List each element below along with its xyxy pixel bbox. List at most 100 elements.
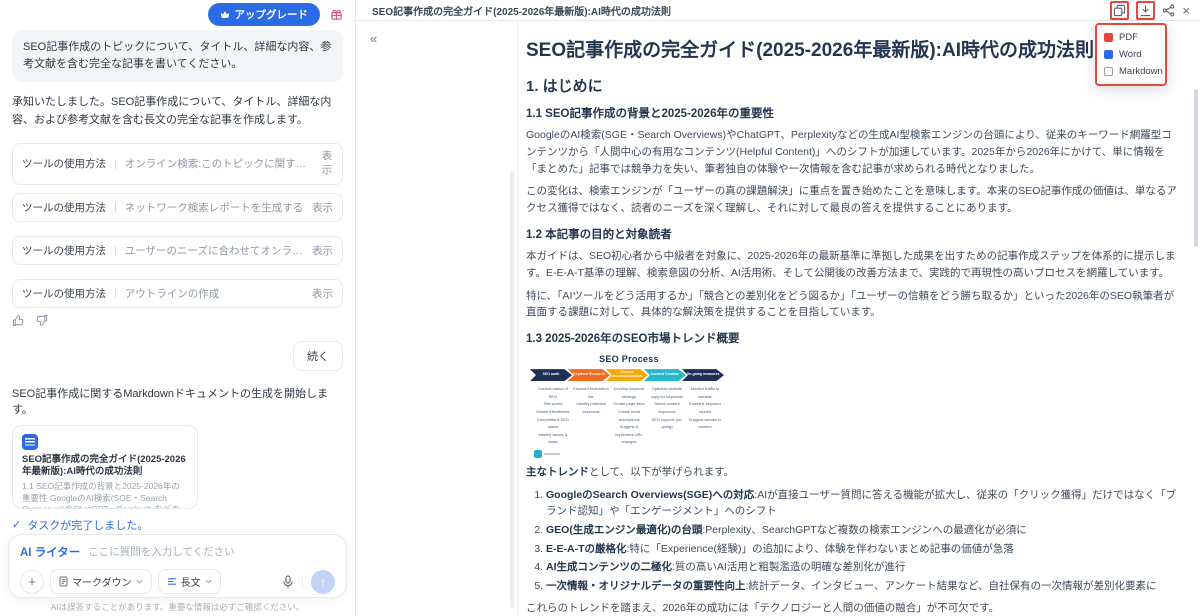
toc-item[interactable] (370, 104, 504, 113)
collapse-sidebar-icon[interactable]: « (370, 31, 377, 46)
markdown-chip-label: マークダウン (72, 574, 132, 589)
toc-item[interactable] (370, 297, 504, 306)
toc-item[interactable] (370, 131, 504, 140)
composer-right-actions: ↑ (282, 570, 335, 594)
trend-list-item: AI生成コンテンツの二極化:質の高いAI活用と粗製濫造の明確な差別化が進行 (546, 559, 1178, 575)
trend-list-item: GoogleのSearch Overviews(SGE)への対応:AIが直接ユー… (546, 487, 1178, 520)
trend-item-strong: E-E-A-Tの厳格化 (546, 543, 627, 555)
tool-usage-row: ツールの使用方法 | ネットワーク検索レポートを生成する 表示 (12, 193, 343, 222)
seo-process-step: SEO audit Current status of SEO Site spe… (534, 369, 572, 446)
microphone-icon[interactable] (282, 575, 294, 589)
chevron-step-label: On-going measures (682, 369, 724, 381)
toc-item[interactable] (370, 166, 504, 175)
tool-row-separator: | (114, 201, 117, 213)
toc-item[interactable] (370, 192, 504, 201)
toc-scrollbar[interactable] (510, 171, 514, 608)
section-1-1-heading: 1.1 SEO記事作成の背景と2025-2026年の重要性 (526, 105, 1178, 121)
toc-item[interactable] (370, 113, 504, 122)
toc-panel: « (356, 21, 518, 616)
show-button[interactable]: 表示 (312, 243, 333, 258)
ai-writer-label: AI ライター (20, 544, 80, 560)
toc-item[interactable] (370, 201, 504, 210)
continue-button[interactable]: 続く (293, 341, 343, 371)
paragraph: GoogleのAI検索(SGE・Search Overviews)やChatGP… (526, 127, 1178, 177)
seo-process-steps: SEO audit Current status of SEO Site spe… (534, 369, 724, 446)
close-icon[interactable]: × (1182, 4, 1190, 17)
composer-toolbar: + マークダウン 長文 ↑ (20, 569, 335, 594)
viewer-actions: × (1110, 1, 1190, 20)
thumbs-down-icon[interactable] (35, 314, 48, 327)
tool-usage-row: ツールの使用方法 | アウトラインの作成 表示 (12, 279, 343, 308)
article-scrollbar[interactable] (1194, 89, 1198, 247)
toc-item[interactable] (370, 210, 504, 219)
toc-item[interactable] (370, 315, 504, 324)
toc-item[interactable] (370, 236, 504, 245)
toc-item[interactable] (370, 69, 504, 78)
continue-row: 続く (12, 341, 343, 371)
export-menu-item[interactable]: Markdown (1104, 63, 1158, 80)
trend-item-strong: 一次情報・オリジナルデータの重要性向上 (546, 580, 746, 592)
toc-item[interactable] (370, 122, 504, 131)
toc-item[interactable] (370, 87, 504, 96)
length-chip-label: 長文 (181, 574, 201, 589)
thumbs-up-icon[interactable] (12, 314, 25, 327)
toc-item[interactable] (370, 359, 504, 368)
toc-item[interactable] (370, 60, 504, 69)
toc-item[interactable] (370, 368, 504, 377)
toc-item[interactable] (370, 341, 504, 350)
seo-process-title: SEO Process (534, 354, 724, 364)
toc-item[interactable] (370, 306, 504, 315)
markdown-mode-chip[interactable]: マークダウン (50, 569, 152, 594)
step-detail-lines: Monitor traffic to website Examine keywo… (686, 385, 724, 431)
attach-button[interactable]: + (20, 570, 44, 594)
tool-row-prefix: ツールの使用方法 (22, 156, 106, 171)
section-1-3-heading: 1.3 2025-2026年のSEO市場トレンド概要 (526, 330, 1178, 346)
copy-icon[interactable] (1113, 4, 1126, 17)
paragraph: これらのトレンドを踏まえ、2026年の成功には「テクノロジーと人間の価値の融合」… (526, 600, 1178, 616)
trend-item-strong: AI生成コンテンツの二極化 (546, 561, 672, 573)
trend-lead-strong: 主なトレンド (526, 466, 589, 478)
gift-icon[interactable] (330, 8, 343, 21)
share-icon[interactable] (1162, 4, 1175, 17)
toc-item[interactable] (370, 324, 504, 333)
toc-item[interactable] (370, 148, 504, 157)
paragraph: 本ガイドは、SEO初心者から中級者を対象に、2025-2026年の最新基準に準拠… (526, 248, 1178, 282)
tool-row-separator: | (114, 244, 117, 256)
message-input[interactable] (88, 546, 335, 558)
toc-item[interactable] (370, 350, 504, 359)
export-menu-item[interactable]: PDF (1104, 29, 1158, 46)
toc-item[interactable] (370, 227, 504, 236)
crown-icon (220, 10, 230, 19)
seo-process-step: On-going measures Monitor traffic to web… (686, 369, 724, 446)
tool-row-description: ユーザーのニーズに合わせてオンラインで画像を検索する (125, 243, 304, 258)
tool-row-description: ネットワーク検索レポートを生成する (125, 200, 304, 215)
tool-usage-list: ツールの使用方法 | オンライン検索:このトピックに関する基本情報、最新の要件、… (12, 143, 343, 307)
document-card[interactable]: SEO記事作成の完全ガイド(2025-2026年最新版):AI時代の成功法則 1… (12, 425, 198, 509)
export-menu-item[interactable]: Word (1104, 46, 1158, 63)
toc-item[interactable] (370, 271, 504, 280)
toc-item[interactable] (370, 262, 504, 271)
download-icon[interactable] (1139, 4, 1152, 17)
tool-row-description: アウトラインの作成 (125, 286, 304, 301)
export-menu-item-label: Markdown (1119, 66, 1163, 77)
toc-item[interactable] (370, 280, 504, 289)
show-button[interactable]: 表示 (321, 150, 333, 177)
file-format-icon (1104, 33, 1113, 42)
tool-row-separator: | (114, 158, 117, 170)
toc-item[interactable] (370, 78, 504, 87)
export-menu-item-label: Word (1119, 49, 1142, 60)
tool-row-separator: | (114, 287, 117, 299)
toc-item[interactable] (370, 245, 504, 254)
toc-item[interactable] (370, 175, 504, 184)
app-window: アップグレード SEO記事作成のトピックについて、タイトル、詳細な内容、参考文献… (0, 0, 1200, 616)
trend-item-text: :Perplexity、SearchGPTなど複数の検索エンジンへの最適化が必須… (702, 524, 1026, 536)
chevron-step-label: SEO audit (530, 369, 572, 381)
toc-item[interactable] (370, 157, 504, 166)
show-button[interactable]: 表示 (312, 200, 333, 215)
length-chip[interactable]: 長文 (158, 569, 221, 594)
show-button[interactable]: 表示 (312, 286, 333, 301)
text-length-icon (167, 577, 177, 586)
trend-item-text: :統計データ、インタビュー、アンケート結果など、自社保有の一次情報が差別化要素に (746, 580, 1157, 592)
upgrade-button[interactable]: アップグレード (208, 3, 321, 26)
send-button[interactable]: ↑ (311, 570, 335, 594)
